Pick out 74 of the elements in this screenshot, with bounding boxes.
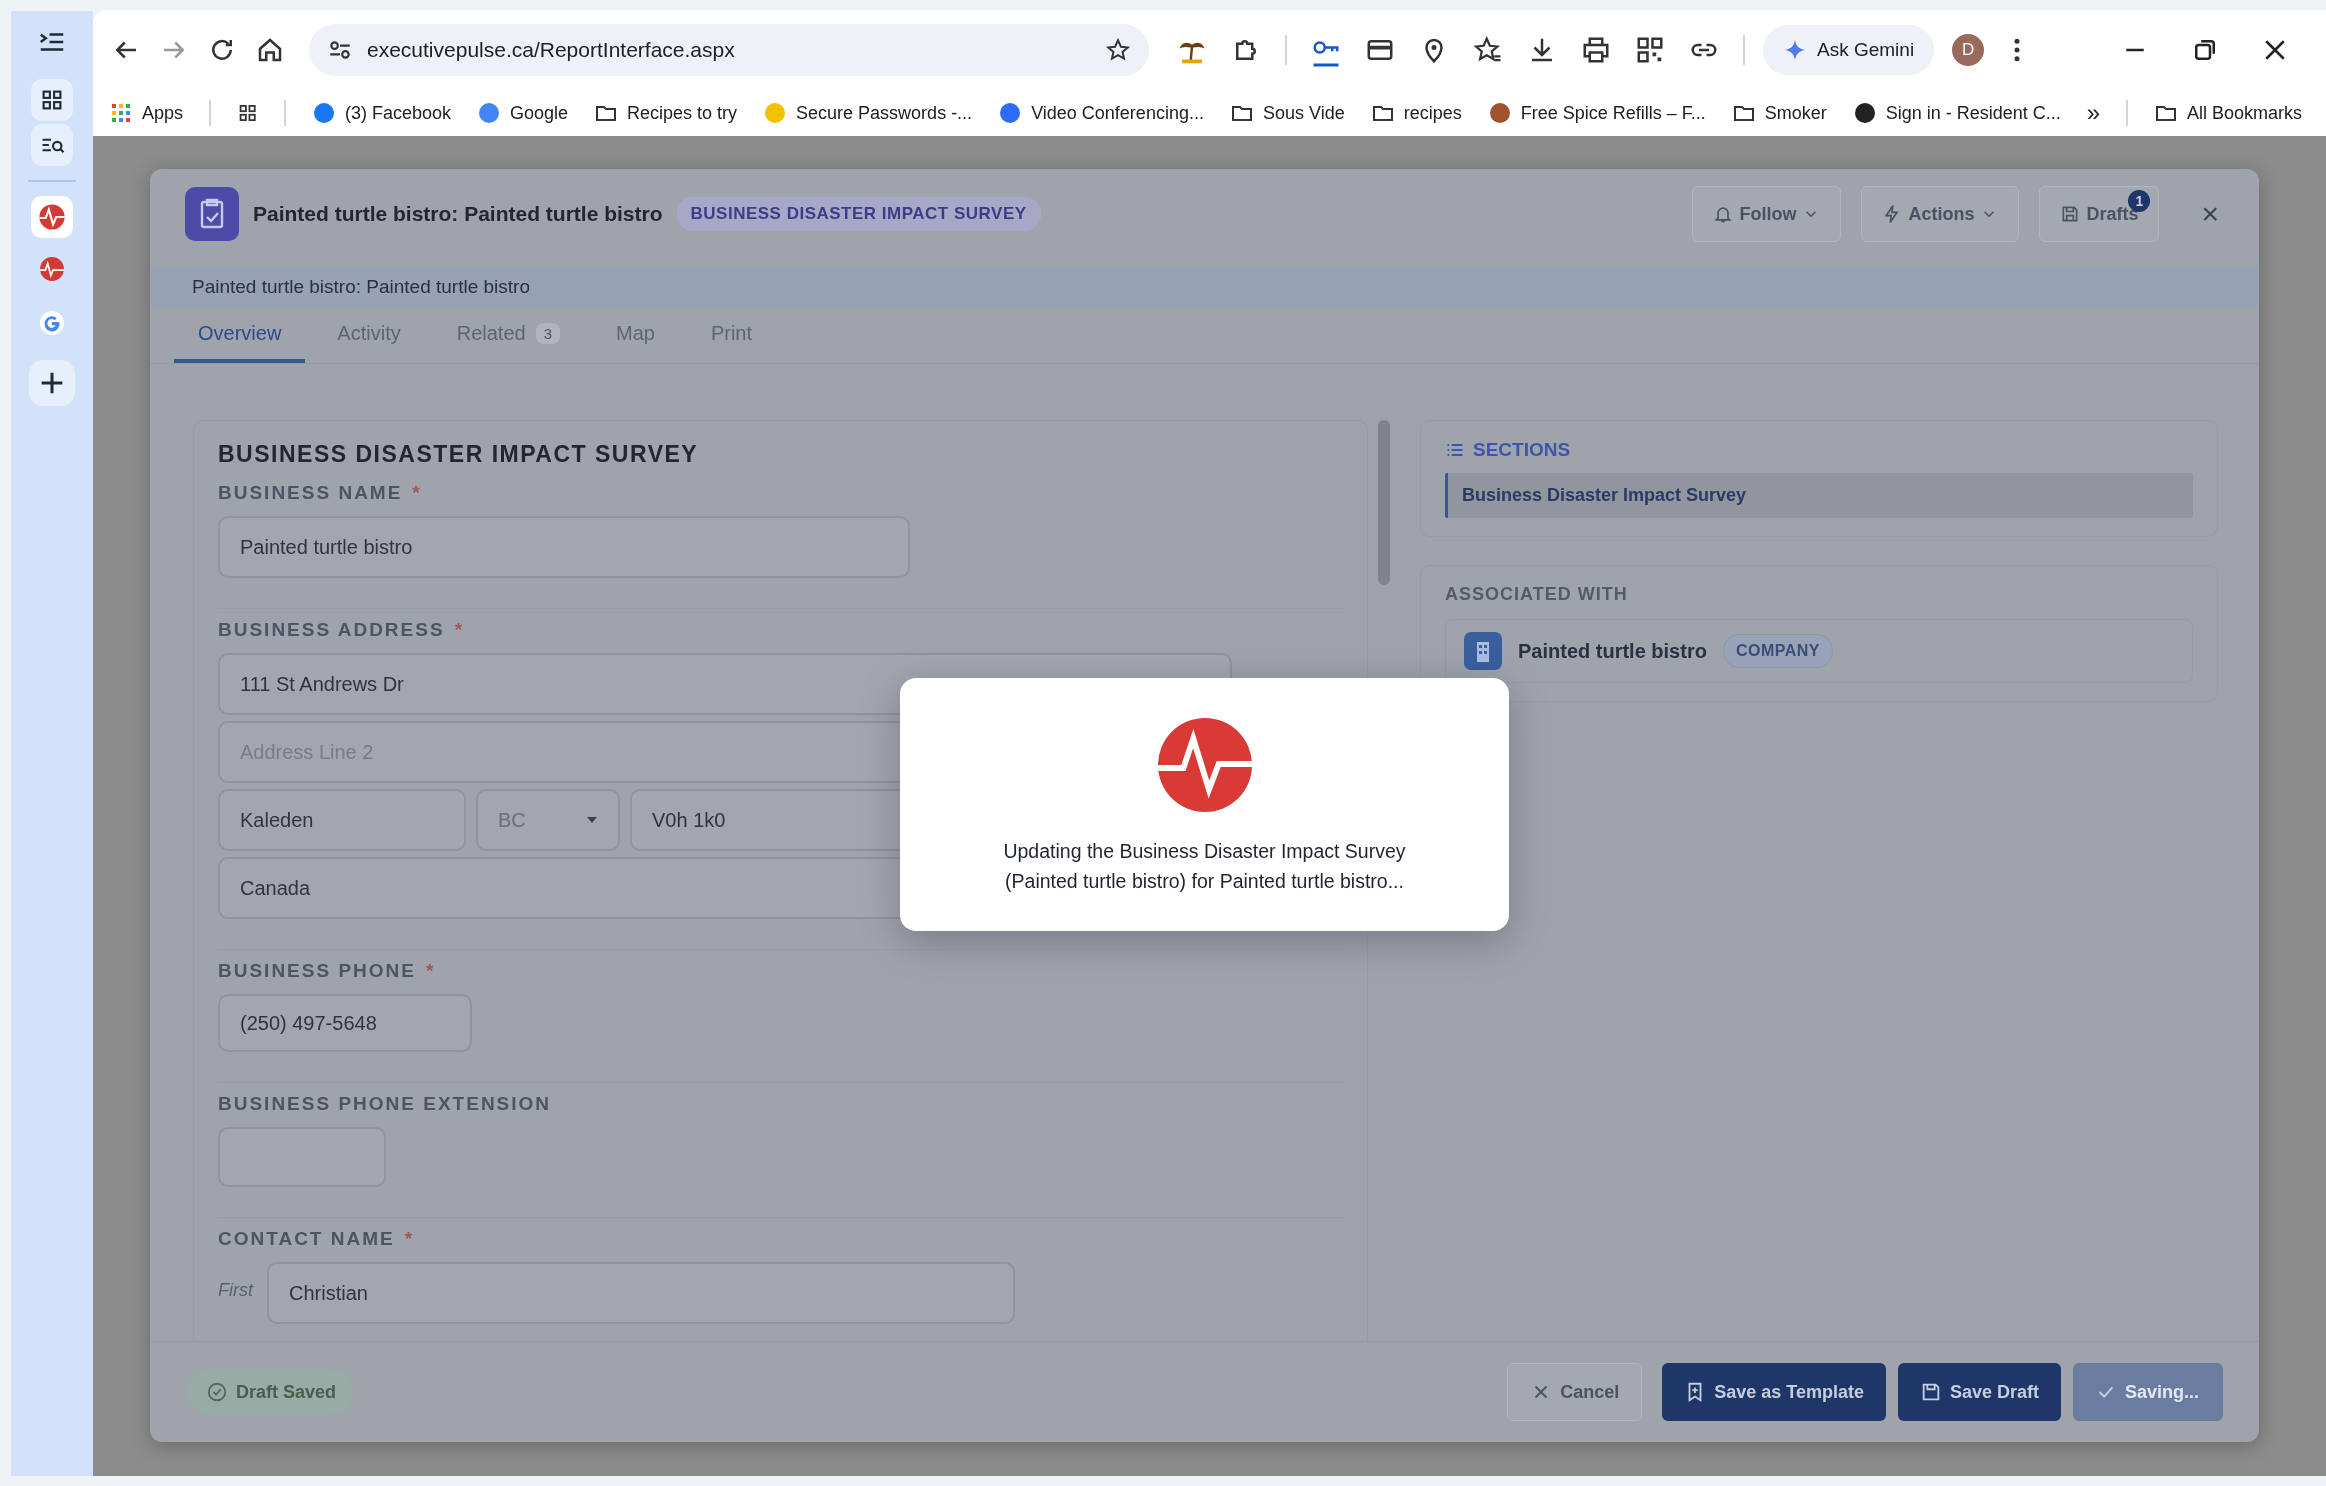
sections-title: SECTIONS — [1473, 439, 1571, 461]
bookmark-folder[interactable]: Smoker — [1731, 101, 1827, 125]
survey-badge: BUSINESS DISASTER IMPACT SURVEY — [676, 197, 1041, 231]
input-field[interactable]: (250) 497-5648 — [218, 994, 472, 1052]
count-badge: 3 — [535, 322, 560, 344]
field-sublabel: First — [218, 1279, 253, 1301]
pulse-logo-icon — [1155, 716, 1254, 814]
star-icon[interactable] — [1105, 37, 1131, 63]
input-field[interactable]: Christian — [267, 1262, 1015, 1324]
building-icon — [1464, 632, 1502, 670]
required-mark: * — [426, 960, 436, 982]
field-label: CONTACT NAME — [218, 1228, 395, 1250]
favicon-icon — [1852, 101, 1877, 125]
actions-button[interactable]: Actions — [1861, 186, 2020, 242]
input-field[interactable]: Painted turtle bistro — [218, 516, 910, 578]
url-text: executivepulse.ca/ReportInterface.aspx — [367, 38, 736, 62]
section-item[interactable]: Business Disaster Impact Survey — [1445, 473, 2193, 518]
save-draft-button[interactable]: Save Draft — [1897, 1363, 2061, 1421]
ask-gemini-button[interactable]: Ask Gemini — [1763, 25, 1935, 75]
dialog-title: Painted turtle bistro: Painted turtle bistro — [253, 202, 663, 226]
bookmark-item[interactable]: Sign in - Resident C... — [1852, 101, 2061, 125]
pulse-logo-icon[interactable] — [39, 256, 65, 282]
bell-icon — [1713, 204, 1734, 224]
tab[interactable]: Related 3 — [432, 307, 584, 363]
more-bookmarks-button[interactable]: » — [2086, 99, 2101, 127]
profile-avatar[interactable]: D — [1952, 34, 1985, 66]
clipboard-icon — [185, 187, 239, 241]
field-label: BUSINESS NAME — [218, 482, 403, 504]
field-label: BUSINESS ADDRESS — [218, 619, 445, 641]
save-as-template-button[interactable]: Save as Template — [1662, 1363, 1886, 1421]
apps-grid-icon — [109, 101, 133, 125]
qr-code-icon[interactable] — [1635, 35, 1665, 65]
required-mark: * — [412, 482, 422, 504]
caret-icon — [586, 816, 598, 824]
associated-record[interactable]: Painted turtle bistro COMPANY — [1445, 619, 2193, 683]
printer-icon[interactable] — [1581, 35, 1611, 65]
favicon-icon — [998, 101, 1023, 125]
field-label: BUSINESS PHONE — [218, 960, 416, 982]
bookmark-item[interactable]: Secure Passwords -... — [763, 101, 973, 125]
bookmark-folder[interactable]: recipes — [1370, 101, 1462, 125]
google-icon[interactable] — [39, 310, 65, 336]
bookmark-folder[interactable]: Sous Vide — [1229, 101, 1345, 125]
bookmark-folder[interactable]: All Bookmarks — [2154, 101, 2302, 125]
bookmark-folder[interactable]: Recipes to try — [594, 101, 738, 125]
favicon-icon — [311, 101, 336, 125]
input-field[interactable]: Kaleden — [218, 789, 466, 851]
address-bar[interactable]: executivepulse.ca/ReportInterface.aspx — [309, 24, 1149, 76]
follow-button[interactable]: Follow — [1692, 186, 1842, 242]
required-mark: * — [454, 619, 465, 641]
form-title: BUSINESS DISASTER IMPACT SURVEY — [218, 441, 700, 468]
cancel-button[interactable]: Cancel — [1507, 1363, 1643, 1421]
record-subtitle: Painted turtle bistro: Painted turtle bistro — [192, 276, 530, 298]
draft-saved-status: Draft Saved — [188, 1369, 355, 1415]
search-icon[interactable] — [29, 124, 75, 166]
bookmark-item[interactable]: Free Spice Refills – F... — [1487, 101, 1706, 125]
bookmark-item[interactable]: Video Conferencing... — [998, 101, 1204, 125]
bookmark-item[interactable]: Google — [476, 101, 568, 125]
tab[interactable]: Overview — [174, 307, 306, 363]
favicon-icon — [763, 101, 788, 125]
bookmark-item[interactable]: (3) Facebook — [311, 101, 451, 125]
favicon-icon — [1487, 101, 1512, 125]
favicon-icon — [476, 101, 501, 125]
grid-icon[interactable] — [29, 79, 75, 121]
scrollbar-thumb[interactable] — [1378, 420, 1390, 585]
type-badge: COMPANY — [1722, 634, 1833, 668]
close-button[interactable]: × — [2195, 197, 2225, 231]
required-mark: * — [404, 1228, 415, 1250]
company-name: Painted turtle bistro — [1518, 639, 1707, 663]
add-icon[interactable] — [29, 360, 75, 406]
pulse-logo-icon[interactable] — [29, 196, 75, 238]
field-label: BUSINESS PHONE EXTENSION — [218, 1093, 552, 1115]
check-circle-icon — [206, 1381, 228, 1403]
bookmark-item[interactable]: Apps — [109, 101, 184, 125]
associated-title: ASSOCIATED WITH — [1445, 584, 1629, 605]
